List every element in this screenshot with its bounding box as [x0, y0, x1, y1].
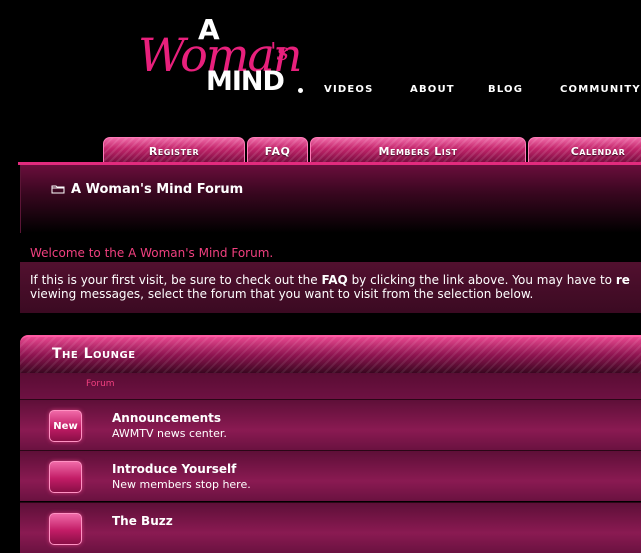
forum-status-new-icon: New — [49, 410, 82, 442]
logo-dot — [298, 88, 303, 93]
logo-word-mind: MIND — [206, 66, 285, 97]
nav-blog[interactable]: BLOG — [488, 84, 523, 95]
forum-row[interactable]: The Buzz — [20, 502, 641, 553]
forum-row[interactable]: New Announcements AWMTV news center. — [20, 399, 641, 450]
welcome-title: Welcome to the A Woman's Mind Forum. — [30, 246, 274, 260]
logo-word-a: A — [198, 13, 220, 46]
nav-community[interactable]: COMMUNITY — [560, 84, 641, 95]
nav-videos[interactable]: VIDEOS — [324, 84, 374, 95]
forum-description: AWMTV news center. — [112, 427, 227, 440]
tab-faq[interactable]: FAQ — [247, 137, 308, 162]
page-title[interactable]: A Woman's Mind Forum — [71, 182, 243, 197]
register-link[interactable]: re — [616, 273, 630, 287]
forum-description: New members stop here. — [112, 478, 251, 491]
tab-calendar[interactable]: Calendar — [528, 137, 641, 162]
notice-text-a: If this is your first visit, be sure to … — [30, 273, 322, 287]
folder-icon — [51, 185, 65, 194]
forum-title[interactable]: Introduce Yourself — [112, 462, 236, 476]
notice-text-c: viewing messages, select the forum that … — [30, 287, 534, 301]
welcome-notice: If this is your first visit, be sure to … — [20, 262, 641, 313]
tab-members-list[interactable]: Members List — [310, 137, 526, 162]
notice-text-b: by clicking the link above. You may have… — [347, 273, 616, 287]
breadcrumb: A Woman's Mind Forum — [20, 165, 641, 233]
column-label-forum: Forum — [86, 379, 115, 389]
forum-status-icon — [49, 513, 82, 545]
forum-column-header: Forum — [20, 373, 641, 399]
category-title[interactable]: The Lounge — [52, 346, 136, 362]
site-logo[interactable]: Woman A 's MIND — [136, 13, 308, 100]
logo-word-apos: 's — [270, 38, 289, 66]
forum-title[interactable]: Announcements — [112, 411, 221, 425]
forum-status-icon — [49, 461, 82, 493]
tab-register[interactable]: Register — [103, 137, 245, 162]
forum-row[interactable]: Introduce Yourself New members stop here… — [20, 450, 641, 501]
faq-link[interactable]: FAQ — [321, 273, 347, 287]
nav-about[interactable]: ABOUT — [410, 84, 455, 95]
category-header: The Lounge — [20, 335, 641, 373]
forum-title[interactable]: The Buzz — [112, 514, 173, 528]
